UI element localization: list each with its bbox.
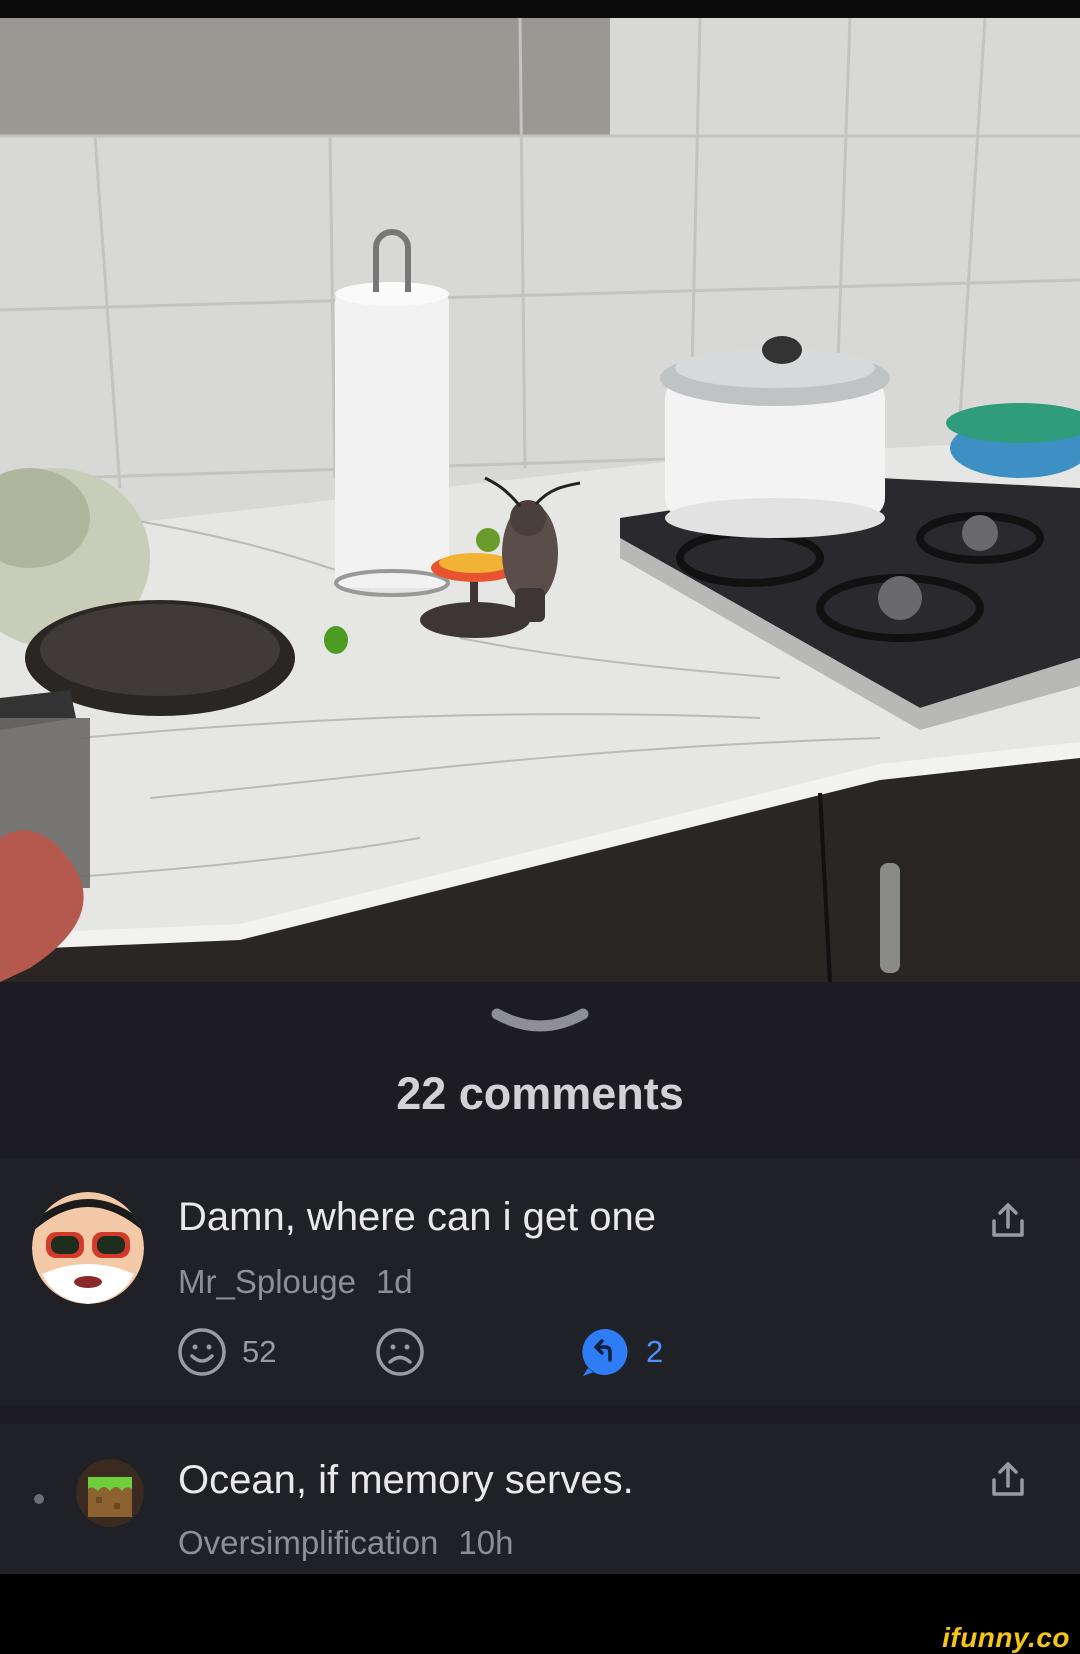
comment-actions: 52 2 (176, 1325, 696, 1379)
reply-icon (582, 1328, 628, 1376)
like-button[interactable]: 52 (176, 1325, 276, 1379)
like-count: 52 (242, 1334, 277, 1369)
footer-bar (0, 1574, 1080, 1652)
comment-time: 10h (458, 1524, 514, 1561)
share-icon[interactable] (988, 1460, 1028, 1500)
avatar[interactable] (76, 1459, 144, 1527)
chevron-down-icon[interactable] (491, 1002, 589, 1038)
frown-icon (376, 1328, 424, 1376)
top-bar (0, 0, 1080, 18)
dislike-button[interactable] (374, 1325, 426, 1379)
comment-time: 1d (375, 1263, 413, 1300)
comment-item: Damn, where can i get one Mr_Splouge 1d 5… (0, 1159, 1080, 1405)
reply-count: 2 (646, 1334, 664, 1369)
comment-text: Ocean, if memory serves. (178, 1458, 634, 1502)
watermark: ifunny.co (942, 1622, 1070, 1653)
comment-meta: Oversimplification 10h (178, 1524, 513, 1562)
comment-item: Ocean, if memory serves. Oversimplificat… (0, 1424, 1080, 1574)
share-icon[interactable] (988, 1201, 1028, 1241)
comment-meta: Mr_Splouge 1d (178, 1263, 413, 1301)
comment-username[interactable]: Mr_Splouge (178, 1263, 356, 1300)
avatar[interactable] (32, 1192, 144, 1304)
kitchen-photo (0, 18, 1080, 982)
comments-sheet: 22 comments Damn, where can i get one Mr… (0, 982, 1080, 1574)
reply-button[interactable]: 2 (580, 1325, 663, 1379)
post-image[interactable] (0, 18, 1080, 982)
comment-text: Damn, where can i get one (178, 1195, 657, 1239)
comments-count: 22 comments (396, 1068, 684, 1119)
smile-icon (178, 1328, 226, 1376)
thread-bullet (34, 1494, 44, 1504)
comment-username[interactable]: Oversimplification (178, 1524, 438, 1561)
